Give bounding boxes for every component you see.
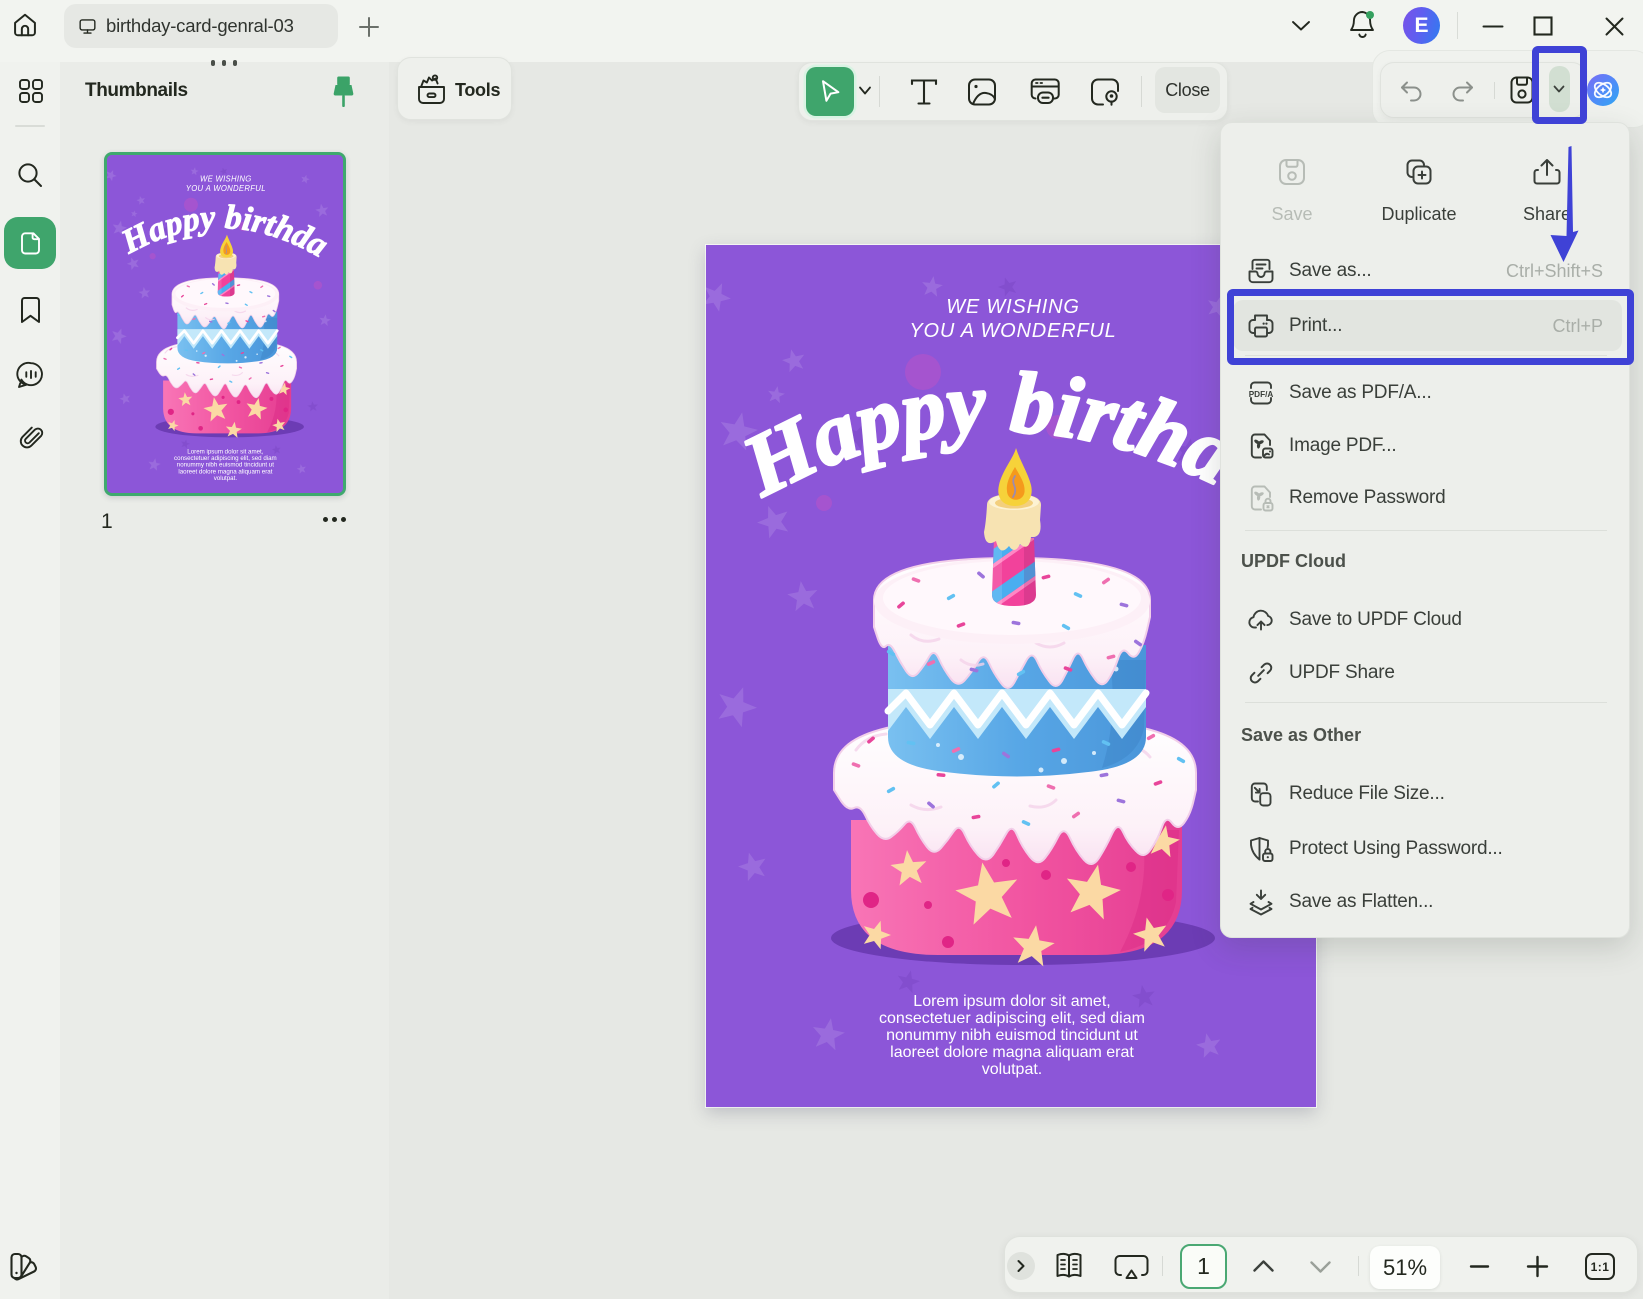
svg-text:PDF/A: PDF/A (1249, 390, 1274, 399)
